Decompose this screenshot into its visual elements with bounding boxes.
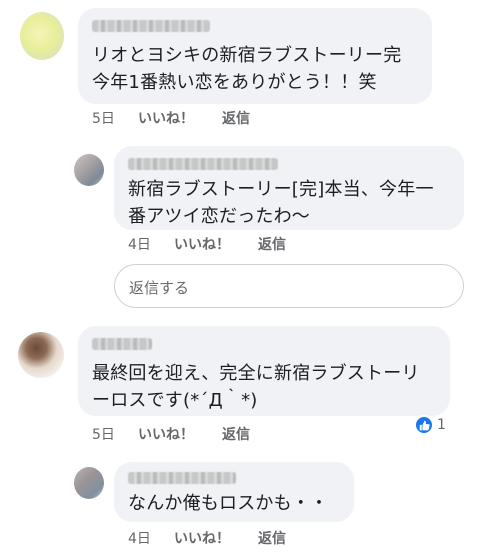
reply-button[interactable]: 返信 (222, 108, 250, 128)
comment-timestamp[interactable]: 4日 (128, 528, 151, 548)
avatar[interactable] (74, 467, 104, 499)
comment-text: リオとヨシキの新宿ラブストーリー完 今年1番熱い恋をありがとう！！笑 (92, 45, 402, 93)
comment-text: 最終回を迎え、完全に新宿ラブストーリ ーロスです(*´Д｀*) (92, 363, 420, 411)
avatar[interactable] (18, 332, 64, 378)
reply-button[interactable]: 返信 (222, 424, 250, 444)
reply-input-placeholder: 返信する (129, 279, 190, 297)
comment-timestamp[interactable]: 5日 (92, 424, 115, 444)
comment-text: なんか俺もロスかも・・ (128, 493, 329, 514)
comment-timestamp[interactable]: 4日 (128, 234, 151, 254)
like-button[interactable]: いいね！ (138, 424, 194, 444)
author-name-blurred[interactable] (92, 338, 152, 350)
author-name-blurred[interactable] (128, 472, 236, 484)
author-name-blurred[interactable] (128, 158, 278, 170)
comment-text: 新宿ラブストーリー[完]本当、今年一 番アツイ恋だったわ〜 (128, 179, 434, 227)
author-name-blurred[interactable] (92, 20, 210, 32)
reply-button[interactable]: 返信 (258, 528, 286, 548)
reaction-summary[interactable]: 1 (414, 414, 446, 436)
like-thumb-icon (414, 415, 434, 435)
reply-button[interactable]: 返信 (258, 234, 286, 254)
comment-timestamp[interactable]: 5日 (92, 108, 115, 128)
comment-bubble: なんか俺もロスかも・・ (114, 462, 354, 522)
like-button[interactable]: いいね！ (174, 528, 230, 548)
comment-bubble: 新宿ラブストーリー[完]本当、今年一 番アツイ恋だったわ〜 (114, 146, 464, 230)
reply-input[interactable]: 返信する (114, 264, 464, 308)
like-button[interactable]: いいね！ (174, 234, 230, 254)
comment-bubble: リオとヨシキの新宿ラブストーリー完 今年1番熱い恋をありがとう！！笑 (78, 8, 432, 104)
avatar[interactable] (20, 12, 64, 60)
avatar[interactable] (74, 154, 104, 186)
comment-bubble: 最終回を迎え、完全に新宿ラブストーリ ーロスです(*´Д｀*) (78, 326, 450, 416)
like-button[interactable]: いいね！ (138, 108, 194, 128)
reaction-count: 1 (437, 417, 446, 433)
